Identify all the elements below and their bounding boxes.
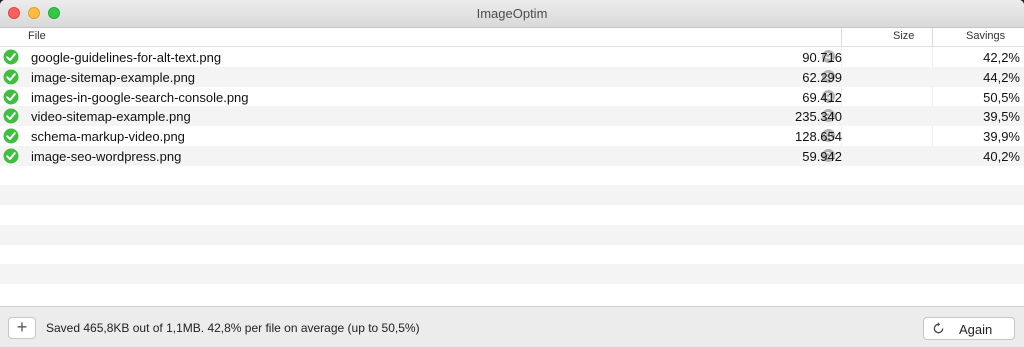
empty-row [0, 245, 1024, 265]
empty-row [0, 264, 1024, 284]
window-title: ImageOptim [476, 6, 548, 21]
table-row[interactable]: image-sitemap-example.png 62.299 44,2% [0, 66, 1024, 87]
column-header-file[interactable]: File [28, 30, 46, 42]
column-header-size[interactable]: Size [893, 30, 914, 42]
file-name: video-sitemap-example.png [31, 109, 191, 125]
table-header: File Size Savings [0, 28, 1024, 47]
savings-summary: Saved 465,8KB out of 1,1MB. 42,8% per fi… [46, 321, 420, 335]
checkmark-circle-icon [3, 108, 19, 124]
refresh-icon [933, 322, 944, 334]
file-size: 62.299 [802, 69, 842, 85]
file-size: 90.716 [802, 50, 842, 65]
checkmark-circle-icon [3, 69, 19, 85]
app-window: ImageOptim File Size Savings google-guid… [0, 0, 1024, 347]
column-separator[interactable] [841, 28, 842, 46]
file-size: 59.942 [802, 148, 842, 164]
file-savings: 39,5% [983, 109, 1020, 125]
file-savings: 40,2% [983, 148, 1020, 164]
file-size: 128.654 [795, 129, 842, 144]
table-row[interactable]: schema-markup-video.png 128.654 39,9% [0, 126, 1024, 146]
again-label: Again [959, 322, 993, 337]
file-savings: 44,2% [983, 69, 1020, 85]
add-files-button[interactable]: + [8, 317, 36, 339]
table-row[interactable]: images-in-google-search-console.png 69.4… [0, 87, 1024, 107]
checkmark-circle-icon [3, 128, 19, 144]
empty-row [0, 205, 1024, 225]
file-name: images-in-google-search-console.png [31, 89, 249, 105]
file-name: image-seo-wordpress.png [31, 148, 182, 164]
file-name: google-guidelines-for-alt-text.png [31, 50, 222, 65]
file-name: schema-markup-video.png [31, 129, 185, 144]
file-size: 69.412 [802, 89, 842, 105]
file-list: google-guidelines-for-alt-text.png 90.71… [0, 47, 1024, 305]
empty-row [0, 185, 1024, 205]
table-row[interactable]: image-seo-wordpress.png 59.942 40,2% [0, 145, 1024, 166]
table-row[interactable]: google-guidelines-for-alt-text.png 90.71… [0, 47, 1024, 67]
title-bar: ImageOptim [0, 0, 1024, 28]
checkmark-circle-icon [3, 148, 19, 164]
file-savings: 39,9% [983, 129, 1020, 144]
column-header-savings[interactable]: Savings [966, 30, 1005, 42]
empty-row [0, 224, 1024, 245]
empty-row [0, 284, 1024, 304]
file-savings: 42,2% [983, 50, 1020, 65]
file-savings: 50,5% [983, 89, 1020, 105]
file-size: 235.340 [795, 109, 842, 125]
checkmark-circle-icon [3, 89, 19, 104]
file-name: image-sitemap-example.png [31, 69, 196, 85]
empty-row [0, 166, 1024, 186]
column-separator[interactable] [932, 28, 933, 46]
again-button[interactable]: Again [923, 317, 1015, 340]
status-bar: + Saved 465,8KB out of 1,1MB. 42,8% per … [0, 306, 1024, 347]
table-row[interactable]: video-sitemap-example.png 235.340 39,5% [0, 106, 1024, 126]
checkmark-circle-icon [3, 49, 19, 65]
